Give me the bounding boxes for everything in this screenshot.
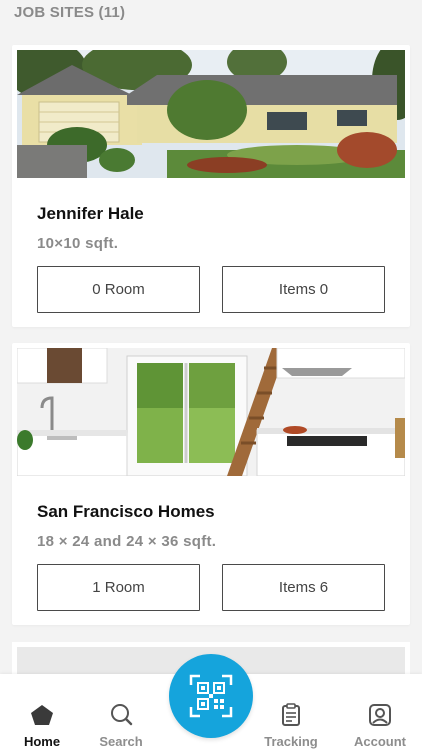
job-site-size: 10×10 sqft. (37, 235, 119, 252)
job-site-size: 18 × 24 and 24 × 36 sqft. (37, 533, 217, 550)
tab-home[interactable]: Home (0, 674, 84, 750)
tab-account-label: Account (354, 734, 406, 749)
tab-search-label: Search (99, 734, 143, 749)
job-sites-screen: JOB SITES (11) Jennifer Hale 10×10 sqft.… (0, 0, 422, 750)
job-site-card[interactable]: Jennifer Hale 10×10 sqft. 0 Room Items 0 (12, 45, 410, 327)
tab-account[interactable]: Account (338, 674, 422, 750)
job-site-name: San Francisco Homes (37, 502, 215, 521)
search-icon (108, 702, 134, 728)
tab-search[interactable]: Search (79, 674, 163, 750)
job-site-photo (17, 50, 405, 178)
account-icon (367, 702, 393, 728)
items-button[interactable]: Items 0 (222, 266, 385, 313)
tab-tracking[interactable]: Tracking (249, 674, 333, 750)
job-site-photo (17, 348, 405, 476)
home-icon (29, 702, 55, 728)
scan-qr-button[interactable] (169, 654, 253, 738)
tab-tracking-label: Tracking (264, 734, 318, 749)
tab-home-label: Home (23, 734, 61, 749)
job-site-name: Jennifer Hale (37, 204, 144, 223)
qr-scan-icon (189, 674, 233, 718)
rooms-button[interactable]: 1 Room (37, 564, 200, 611)
rooms-button[interactable]: 0 Room (37, 266, 200, 313)
job-site-card[interactable]: San Francisco Homes 18 × 24 and 24 × 36 … (12, 343, 410, 625)
clipboard-icon (278, 702, 304, 728)
section-title: JOB SITES (11) (14, 4, 126, 21)
items-button[interactable]: Items 6 (222, 564, 385, 611)
